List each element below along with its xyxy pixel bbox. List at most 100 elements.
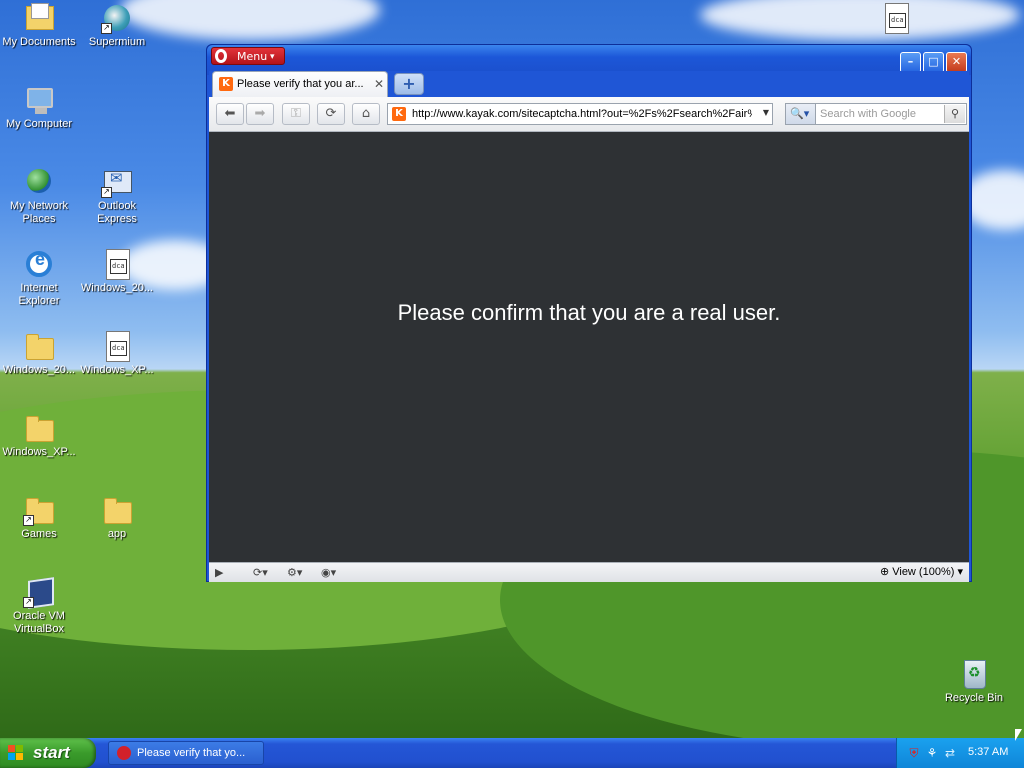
desktop-icon-my-computer[interactable]: My Computer bbox=[0, 84, 78, 131]
desktop-icon-label: Games bbox=[21, 528, 57, 540]
status-bar: ▶ ⟳▾ ⚙▾ ◉▾ ⊕ View (100%) ▾ bbox=[209, 562, 969, 582]
back-arrow-icon: ⬅ bbox=[224, 106, 236, 121]
turbo-icon[interactable]: ◉▾ bbox=[321, 565, 336, 580]
desktop-icon-label: app bbox=[107, 528, 127, 540]
security-alert-icon[interactable]: ⛨ bbox=[907, 746, 921, 760]
desktop-icon-windows-xp-file[interactable]: Windows_XP... bbox=[78, 330, 156, 377]
kayak-favicon-icon: K bbox=[219, 77, 233, 91]
start-button[interactable]: start bbox=[0, 738, 96, 768]
taskbar-item-label: Please verify that yo... bbox=[137, 747, 246, 759]
taskbar-item-opera[interactable]: Please verify that yo... bbox=[108, 741, 264, 765]
desktop-icon-recycle-bin[interactable]: Recycle Bin bbox=[935, 658, 1013, 705]
desktop-icon-games[interactable]: ↗ Games bbox=[0, 494, 78, 541]
home-button[interactable]: ⌂ bbox=[352, 103, 380, 125]
forward-arrow-icon: ➡ bbox=[254, 106, 266, 121]
desktop-icon-label: My Documents bbox=[2, 36, 76, 48]
outlook-express-icon: ↗ bbox=[101, 166, 133, 198]
maximize-button[interactable]: □ bbox=[923, 52, 944, 73]
internet-explorer-icon bbox=[23, 248, 55, 280]
document-file-icon bbox=[101, 330, 133, 362]
desktop-icon-label: Windows_XP... bbox=[80, 364, 154, 376]
page-content: Please confirm that you are a real user. bbox=[209, 132, 969, 562]
desktop-icon-supermium[interactable]: ↗ Supermium bbox=[78, 2, 156, 49]
minimize-button[interactable]: – bbox=[900, 52, 921, 73]
start-label: start bbox=[33, 743, 70, 762]
desktop-icon-label: Outlook Express bbox=[97, 200, 137, 225]
menu-label: Menu bbox=[237, 50, 268, 63]
address-url: http://www.kayak.com/sitecaptcha.html?ou… bbox=[412, 108, 752, 120]
network-icon[interactable]: ⚘ bbox=[925, 746, 939, 760]
zoom-icon: ⊕ bbox=[879, 566, 890, 578]
desktop-icon-windows-20-folder[interactable]: Windows_20... bbox=[0, 330, 78, 377]
desktop-icon-outlook-express[interactable]: ↗ Outlook Express bbox=[78, 166, 156, 226]
folder-shortcut-icon: ↗ bbox=[23, 494, 55, 526]
browser-window: Menu ▾ – □ ✕ K Please verify that you ar… bbox=[206, 44, 972, 582]
tab-title: Please verify that you ar... bbox=[237, 78, 364, 90]
desktop-icon-label: Windows_20... bbox=[2, 364, 76, 376]
chevron-down-icon: ▾ bbox=[270, 52, 275, 62]
search-field[interactable]: 🔍▾ Search with Google ⚲ bbox=[785, 103, 967, 125]
desktop-icon-label: Supermium bbox=[88, 36, 146, 48]
forward-button[interactable]: ➡ bbox=[246, 103, 274, 125]
tab-strip: K Please verify that you ar... ✕ + bbox=[209, 71, 969, 119]
close-button[interactable]: ✕ bbox=[946, 52, 967, 73]
address-bar[interactable]: K http://www.kayak.com/sitecaptcha.html?… bbox=[387, 103, 773, 125]
home-icon: ⌂ bbox=[361, 106, 371, 121]
taskbar: start Please verify that yo... ⛨ ⚘ ⇄ 5:3… bbox=[0, 738, 1024, 768]
clock[interactable]: 5:37 AM bbox=[968, 746, 1008, 758]
desktop-icon-virtualbox[interactable]: ↗ Oracle VM VirtualBox bbox=[0, 576, 78, 636]
zoom-control[interactable]: ⊕ View (100%) ▾ bbox=[880, 565, 963, 580]
new-tab-button[interactable]: + bbox=[394, 73, 424, 95]
folder-icon bbox=[23, 330, 55, 362]
recycle-bin-icon bbox=[958, 658, 990, 690]
opera-menu-button[interactable]: Menu ▾ bbox=[211, 47, 285, 65]
desktop-icon-label: Windows_20... bbox=[80, 282, 154, 294]
desktop-icon-my-documents[interactable]: My Documents bbox=[0, 2, 78, 49]
cloud bbox=[120, 0, 380, 40]
desktop-icon-my-network-places[interactable]: My Network Places bbox=[0, 166, 78, 226]
tab-close-icon[interactable]: ✕ bbox=[374, 77, 384, 91]
supermium-icon: ↗ bbox=[101, 2, 133, 34]
search-icon[interactable]: ⚲ bbox=[944, 105, 965, 123]
back-button[interactable]: ⬅ bbox=[216, 103, 244, 125]
opera-icon bbox=[117, 746, 131, 760]
my-documents-icon bbox=[23, 2, 55, 34]
desktop-icon-internet-explorer[interactable]: Internet Explorer bbox=[0, 248, 78, 308]
reload-icon: ⟳ bbox=[325, 106, 337, 121]
reload-button[interactable]: ⟳ bbox=[317, 103, 345, 125]
desktop-icon-partial-file[interactable] bbox=[857, 2, 935, 36]
desktop-icon-label: Internet Explorer bbox=[18, 282, 60, 307]
panel-toggle-icon[interactable]: ▶ bbox=[215, 565, 223, 580]
plus-icon: + bbox=[402, 74, 416, 93]
desktop-icon-app[interactable]: app bbox=[78, 494, 156, 541]
safely-remove-icon[interactable]: ⇄ bbox=[943, 746, 957, 760]
desktop-icon-label: Recycle Bin bbox=[944, 692, 1004, 704]
key-icon: ⚿ bbox=[291, 106, 301, 121]
desktop-icon-label: My Computer bbox=[5, 118, 73, 130]
unite-icon[interactable]: ⚙▾ bbox=[287, 565, 302, 580]
search-engine-selector-icon[interactable]: 🔍▾ bbox=[786, 104, 816, 124]
folder-icon bbox=[101, 494, 133, 526]
search-placeholder: Search with Google bbox=[820, 108, 916, 120]
zoom-label: View (100%) bbox=[892, 566, 955, 578]
windows-flag-icon bbox=[8, 745, 24, 761]
system-tray: ⛨ ⚘ ⇄ 5:37 AM bbox=[896, 738, 1024, 768]
desktop-icon-label: Windows_XP... bbox=[2, 446, 76, 458]
tab-active[interactable]: K Please verify that you ar... ✕ bbox=[212, 71, 388, 97]
minimize-icon: – bbox=[907, 55, 914, 68]
desktop-icon-windows-20-file[interactable]: Windows_20... bbox=[78, 248, 156, 295]
chevron-down-icon[interactable]: ▼ bbox=[763, 108, 769, 117]
virtualbox-icon: ↗ bbox=[23, 576, 55, 609]
kayak-favicon-icon: K bbox=[392, 107, 406, 121]
desktop-icon-label: My Network Places bbox=[9, 200, 69, 225]
close-icon: ✕ bbox=[951, 55, 962, 68]
desktop-icon-label: Oracle VM VirtualBox bbox=[13, 610, 65, 635]
wand-key-button[interactable]: ⚿ bbox=[282, 103, 310, 125]
captcha-message: Please confirm that you are a real user. bbox=[397, 300, 781, 325]
mouse-cursor-icon bbox=[1015, 729, 1022, 741]
folder-icon bbox=[23, 412, 55, 444]
desktop-icon-windows-xp-folder[interactable]: Windows_XP... bbox=[0, 412, 78, 459]
document-file-icon bbox=[880, 2, 912, 34]
document-file-icon bbox=[101, 248, 133, 280]
sync-icon[interactable]: ⟳▾ bbox=[253, 565, 268, 580]
